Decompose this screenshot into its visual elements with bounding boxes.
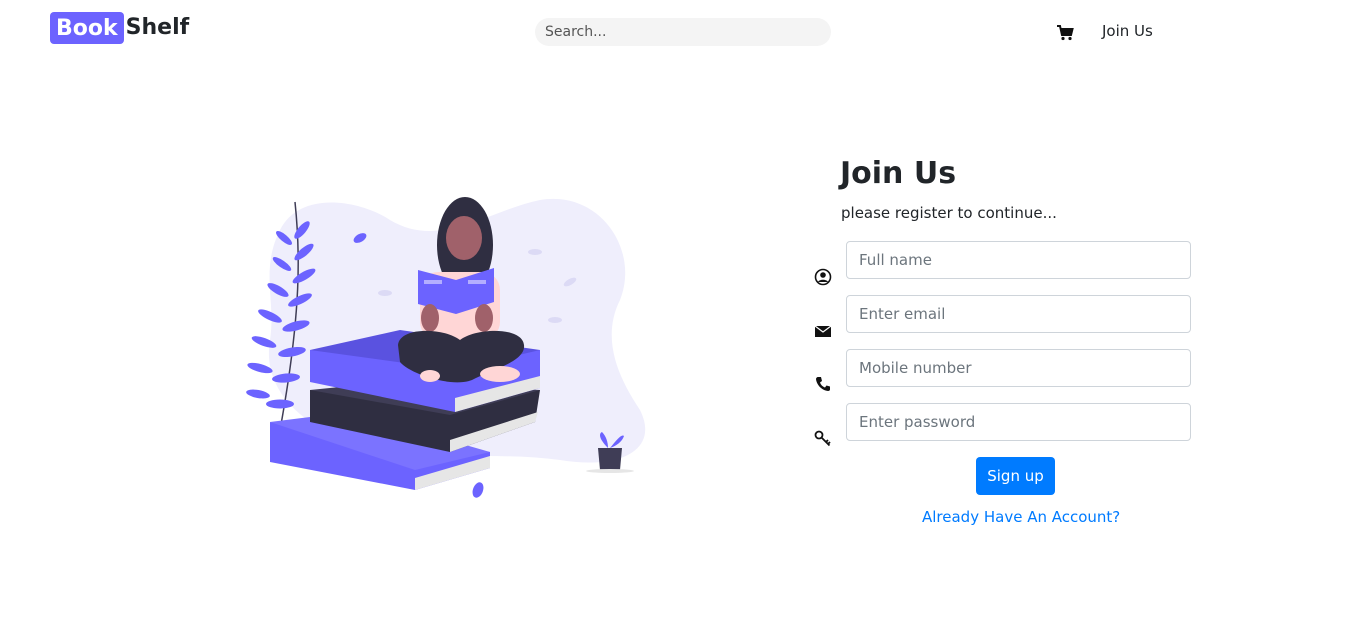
logo-shelf-text: Shelf [125, 15, 190, 40]
nav-join-us-link[interactable]: Join Us [1102, 22, 1153, 40]
search-input[interactable] [535, 18, 831, 46]
phone-icon [816, 377, 830, 391]
mobile-number-field[interactable] [846, 349, 1191, 387]
logo-book-text: Book [50, 12, 124, 44]
full-name-field[interactable] [846, 241, 1191, 279]
sign-up-button[interactable]: Sign up [976, 457, 1055, 495]
form-subtitle: please register to continue... [841, 204, 1057, 222]
user-circle-icon [814, 268, 832, 286]
reading-illustration [246, 197, 646, 498]
logo[interactable]: Book Shelf [50, 12, 189, 44]
envelope-icon [814, 325, 832, 337]
password-field[interactable] [846, 403, 1191, 441]
shopping-cart-icon[interactable] [1056, 24, 1074, 42]
email-field[interactable] [846, 295, 1191, 333]
form-title: Join Us [840, 156, 957, 191]
key-icon [814, 430, 831, 447]
already-have-account-link[interactable]: Already Have An Account? [922, 508, 1120, 526]
